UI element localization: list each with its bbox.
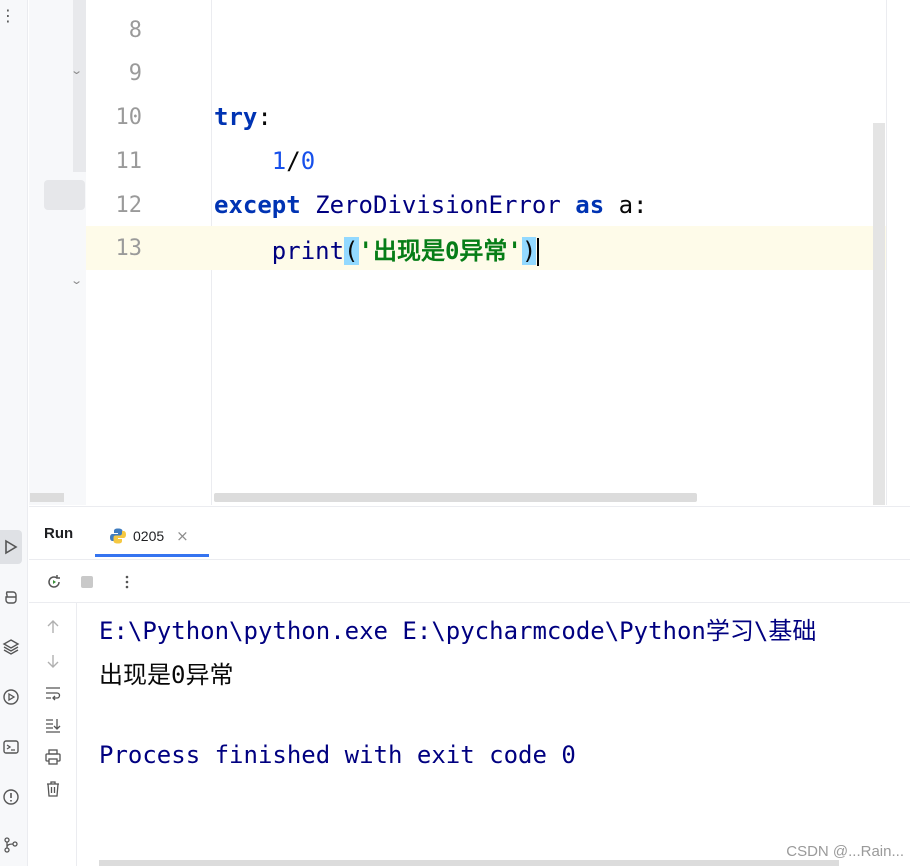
soft-wrap-icon[interactable]	[43, 683, 63, 703]
keyword-as: as	[575, 191, 605, 219]
gutter-selection	[44, 180, 85, 210]
code-line[interactable]: 10 try:	[86, 95, 886, 139]
more-tools-icon[interactable]: ⋮	[0, 6, 16, 25]
colon: :	[257, 103, 272, 131]
editor-horizontal-scrollbar[interactable]	[214, 493, 697, 502]
code-text: except ZeroDivisionError as a:	[214, 191, 648, 219]
code-line[interactable]: 9	[86, 51, 886, 95]
editor-vertical-scrollbar[interactable]	[873, 123, 885, 505]
run-panel-title: Run	[44, 525, 74, 542]
up-arrow-icon[interactable]	[43, 617, 63, 637]
run-tab-0205[interactable]: 0205 ×	[95, 517, 209, 557]
down-arrow-icon[interactable]	[43, 651, 63, 671]
console-output-line: 出现是0异常	[99, 661, 234, 689]
code-line[interactable]: 11 1/0	[86, 139, 886, 183]
keyword-try: try	[214, 103, 258, 131]
close-paren-highlight: )	[521, 236, 537, 265]
code-text: 1/0	[214, 147, 315, 175]
code-line-current[interactable]: 13 print('出现是0异常')	[86, 226, 886, 270]
console-horizontal-scrollbar[interactable]	[99, 860, 839, 866]
tab-label: 0205	[133, 527, 165, 544]
alias-text: a:	[604, 191, 648, 219]
close-icon[interactable]: ×	[176, 527, 189, 545]
ide-window: ⋮ ⌄ ⌄ 8 9 10 try: 11 1/0 12 except ZeroD…	[0, 0, 910, 866]
watermark: CSDN @...Rain...	[786, 843, 904, 860]
trash-icon[interactable]	[43, 779, 63, 799]
git-icon[interactable]	[0, 832, 22, 858]
number-literal: 1	[271, 147, 287, 175]
fold-chevron-down-icon[interactable]: ⌄	[70, 64, 83, 77]
console-output[interactable]: E:\Python\python.exe E:\pycharmcode\Pyth…	[99, 607, 910, 857]
python-packages-icon[interactable]	[0, 584, 22, 610]
fold-chevron-down-icon[interactable]: ⌄	[70, 274, 83, 287]
more-icon[interactable]	[117, 572, 137, 592]
code-line[interactable]: 12 except ZeroDivisionError as a:	[86, 183, 886, 227]
print-icon[interactable]	[43, 747, 63, 767]
operator: /	[286, 147, 301, 175]
number-literal: 0	[300, 147, 316, 175]
run-tool-window: Run 0205 × E:\Python\python.exe E:\pycha…	[29, 506, 910, 866]
tool-window-strip: ⋮	[0, 0, 28, 866]
function-name: print	[271, 236, 345, 265]
open-paren-highlight: (	[344, 236, 359, 265]
stop-icon[interactable]	[77, 572, 97, 592]
keyword-except: except	[214, 191, 301, 219]
editor-right-edge	[886, 0, 910, 505]
layers-icon[interactable]	[0, 634, 22, 660]
run-toolbar	[29, 559, 910, 603]
run-icon[interactable]	[0, 530, 22, 564]
console-side-toolbar	[29, 603, 77, 866]
problems-icon[interactable]	[0, 784, 22, 810]
gutter-scrollbar[interactable]	[30, 493, 64, 502]
line-number: 8	[128, 17, 142, 43]
exception-class: ZeroDivisionError	[300, 191, 576, 219]
code-editor[interactable]: 8 9 10 try: 11 1/0 12 except ZeroDivisio…	[86, 0, 886, 505]
rerun-icon[interactable]	[44, 572, 64, 592]
console-command-line: E:\Python\python.exe E:\pycharmcode\Pyth…	[99, 617, 817, 645]
line-number: 10	[115, 104, 143, 130]
python-file-icon	[110, 528, 126, 543]
line-number: 9	[128, 60, 142, 86]
string-literal: '出现是0异常'	[358, 236, 522, 265]
text-caret	[537, 237, 540, 266]
line-number: 12	[115, 192, 143, 218]
line-number: 13	[115, 235, 143, 261]
line-number: 11	[115, 148, 143, 174]
console-process-finished: Process finished with exit code 0	[99, 741, 576, 769]
code-text: try:	[214, 103, 272, 131]
services-icon[interactable]	[0, 684, 22, 710]
code-text: print('出现是0异常')	[214, 231, 540, 266]
code-line[interactable]: 8	[86, 8, 886, 52]
scroll-to-end-icon[interactable]	[43, 715, 63, 735]
terminal-icon[interactable]	[0, 734, 22, 760]
